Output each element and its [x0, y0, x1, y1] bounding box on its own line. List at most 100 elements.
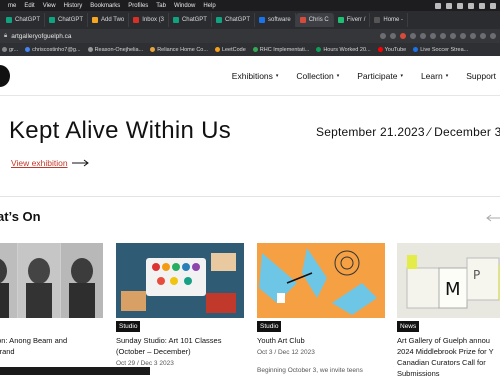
menu-item-tab[interactable]: Tab	[156, 3, 166, 9]
menu-item-help[interactable]: Help	[203, 3, 215, 9]
extension-icon[interactable]	[410, 33, 416, 39]
status-icon[interactable]	[446, 2, 452, 9]
status-icon[interactable]	[435, 2, 441, 9]
view-exhibition-link[interactable]: View exhibition	[11, 158, 90, 168]
gallery-logo-icon[interactable]	[0, 65, 10, 87]
view-exhibition-label: View exhibition	[11, 158, 68, 168]
bookmark-item[interactable]: Hours Worked 20...	[316, 47, 371, 53]
extension-icon[interactable]	[470, 33, 476, 39]
bookmark-item[interactable]: RHC Implementati...	[252, 46, 310, 53]
nav-participate[interactable]: Participate ▾	[357, 71, 403, 81]
bookmark-item[interactable]: Reliance Home Co...	[150, 47, 208, 53]
menu-item-partial-0[interactable]: me	[8, 3, 16, 9]
extension-icon[interactable]	[490, 33, 496, 39]
event-title[interactable]: Sunday Studio: Art 101 Classes (October …	[116, 335, 246, 357]
chevron-down-icon: ▾	[445, 73, 449, 79]
bookmark-item[interactable]: Reason-Onejhelia...	[87, 47, 143, 53]
menu-item-history[interactable]: History	[64, 3, 83, 9]
bookmark-favicon-icon	[214, 47, 220, 52]
extension-icon[interactable]	[450, 33, 456, 39]
nav-collection[interactable]: Collection ▾	[296, 71, 339, 81]
bookmark-label: gr...	[9, 46, 19, 53]
nav-label: Support	[466, 71, 496, 81]
url-field[interactable]: artgalleryofguelph.ca	[11, 33, 71, 40]
extension-icon[interactable]	[390, 33, 396, 39]
event-title[interactable]: Youth Art Club	[257, 335, 387, 346]
menu-item-view[interactable]: View	[43, 3, 56, 9]
bookmark-favicon-icon	[252, 47, 258, 52]
bookmark-favicon-icon	[413, 47, 419, 52]
event-image[interactable]	[116, 243, 244, 318]
menu-item-bookmarks[interactable]: Bookmarks	[90, 3, 120, 9]
event-card[interactable]: Studio Youth Art Club Oct 3 / Dec 12 202…	[257, 243, 385, 374]
event-image[interactable]	[257, 243, 385, 318]
status-icon[interactable]	[490, 2, 496, 9]
extension-icon[interactable]	[400, 33, 406, 39]
status-icon[interactable]	[457, 2, 463, 9]
menu-item-profiles[interactable]: Profiles	[128, 3, 148, 9]
tab-label: Fiverr /	[346, 17, 366, 23]
browser-tab[interactable]: Fiverr /	[334, 13, 371, 27]
bookmark-favicon-icon	[2, 47, 7, 52]
menu-item-window[interactable]: Window	[174, 3, 195, 9]
browser-tab-active[interactable]: Chris C	[295, 13, 334, 27]
arrow-right-icon	[71, 159, 89, 167]
bookmark-item[interactable]: LeetCode	[214, 47, 246, 53]
browser-tab[interactable]: Inbox (3	[129, 13, 169, 27]
event-title[interactable]: Art Gallery of Guelph annou 2024 Middleb…	[397, 335, 500, 379]
lock-icon[interactable]: 🔒︎	[4, 33, 7, 40]
bookmark-item[interactable]: YouTube	[377, 46, 407, 53]
event-date: Oct 29 / Dec 3 2023	[116, 360, 174, 367]
tab-favicon-icon	[259, 17, 265, 23]
event-card[interactable]: Studio Sunday Studio: Art 101 Classes (O…	[116, 243, 244, 367]
browser-tab[interactable]: software	[255, 13, 296, 27]
extension-icon[interactable]	[420, 33, 426, 39]
extension-icon[interactable]	[380, 33, 386, 39]
nav-exhibitions[interactable]: Exhibitions ▾	[232, 71, 279, 81]
browser-tab[interactable]: Home -	[370, 13, 409, 27]
tab-label: ChatGPT	[224, 17, 250, 23]
nav-support[interactable]: Support	[466, 71, 496, 81]
nav-label: Participate	[357, 71, 398, 81]
section-divider	[0, 196, 500, 197]
browser-tab[interactable]: ChatGPT	[45, 13, 89, 27]
event-title[interactable]: versation: Anong Beam and e Chartrand	[0, 335, 105, 357]
tab-label: ChatGPT	[181, 17, 207, 23]
bookmark-label: Reliance Home Co...	[157, 46, 208, 53]
bookmark-label: RHC Implementati...	[259, 46, 310, 53]
extension-icon[interactable]	[480, 33, 486, 39]
extension-icon[interactable]	[460, 33, 466, 39]
extension-icon[interactable]	[440, 33, 446, 39]
tab-favicon-icon	[299, 17, 306, 23]
bookmark-label: Live Soccer Strea...	[420, 46, 469, 53]
bookmark-item[interactable]: chriscostinho7@g...	[25, 47, 81, 53]
event-image[interactable]	[0, 243, 103, 318]
menu-item-edit[interactable]: Edit	[24, 3, 34, 9]
nav-learn[interactable]: Learn ▾	[421, 71, 448, 81]
tab-favicon-icon	[337, 17, 344, 23]
extension-icon[interactable]	[430, 33, 436, 39]
tab-favicon-icon	[172, 17, 179, 23]
browser-tab[interactable]: ChatGPT	[169, 13, 212, 27]
status-icon[interactable]	[468, 2, 474, 9]
painting-palette-photo-icon	[116, 243, 244, 318]
tab-favicon-icon	[133, 17, 140, 23]
browser-tab[interactable]: Add Two	[88, 13, 130, 27]
bookmark-label: YouTube	[384, 46, 407, 53]
tab-favicon-icon	[215, 17, 222, 23]
arrow-left-icon[interactable]	[486, 214, 500, 222]
exhibition-title: Kept Alive Within Us	[9, 117, 232, 144]
event-card[interactable]: M P Y News Art Gallery of Guelph annou 2…	[397, 243, 500, 378]
letter-m-glyph: M	[445, 279, 461, 300]
browser-tab[interactable]: ChatGPT	[212, 13, 255, 27]
status-icon[interactable]	[479, 2, 485, 9]
browser-tab[interactable]: ChatGPT	[2, 13, 46, 27]
event-card[interactable]: m versation: Anong Beam and e Chartrand	[0, 243, 103, 356]
event-image[interactable]: M P Y	[397, 243, 500, 318]
bookmark-item[interactable]: gr...	[2, 47, 18, 53]
bookmark-item[interactable]: Live Soccer Strea...	[413, 47, 468, 53]
category-badge: Studio	[257, 321, 282, 332]
browser-tab-strip: ChatGPT ChatGPT Add Two Inbox (3 ChatGPT…	[0, 11, 500, 29]
status-icons	[435, 2, 500, 9]
main-nav: Exhibitions ▾ Collection ▾ Participate ▾ Le…	[232, 56, 496, 96]
